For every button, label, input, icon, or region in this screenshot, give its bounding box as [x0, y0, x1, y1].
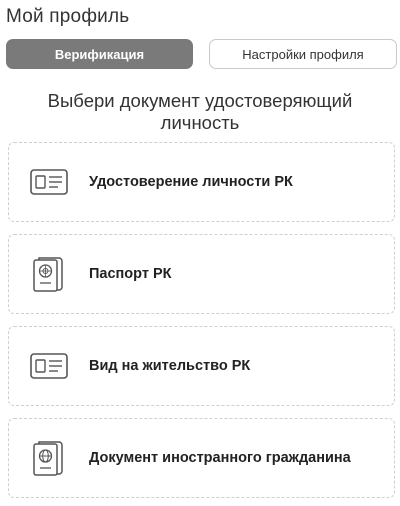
section-heading-line2: личность — [160, 112, 240, 133]
profile-tabs: Верификация Настройки профиля — [6, 39, 397, 69]
page-title: Мой профиль — [6, 6, 130, 27]
document-option-label: Паспорт РК — [89, 266, 172, 282]
document-option-residence-permit[interactable]: Вид на жительство РК — [8, 326, 395, 406]
section-heading: Выбери документ удостоверяющий личность — [0, 90, 400, 134]
id-card-icon — [29, 162, 69, 202]
document-option-passport[interactable]: Паспорт РК — [8, 234, 395, 314]
document-option-label: Вид на жительство РК — [89, 358, 251, 374]
document-option-foreign-citizen[interactable]: Документ иностранного гражданина — [8, 418, 395, 498]
passport-globe-icon — [29, 438, 69, 478]
document-option-id-card[interactable]: Удостоверение личности РК — [8, 142, 395, 222]
tab-verification[interactable]: Верификация — [6, 39, 193, 69]
residence-card-icon — [29, 346, 69, 386]
tab-profile-settings[interactable]: Настройки профиля — [209, 39, 397, 69]
passport-emblem-icon — [29, 254, 69, 294]
document-option-label: Документ иностранного гражданина — [89, 450, 351, 466]
section-heading-line1: Выбери документ удостоверяющий — [47, 90, 353, 111]
document-option-label: Удостоверение личности РК — [89, 174, 293, 190]
